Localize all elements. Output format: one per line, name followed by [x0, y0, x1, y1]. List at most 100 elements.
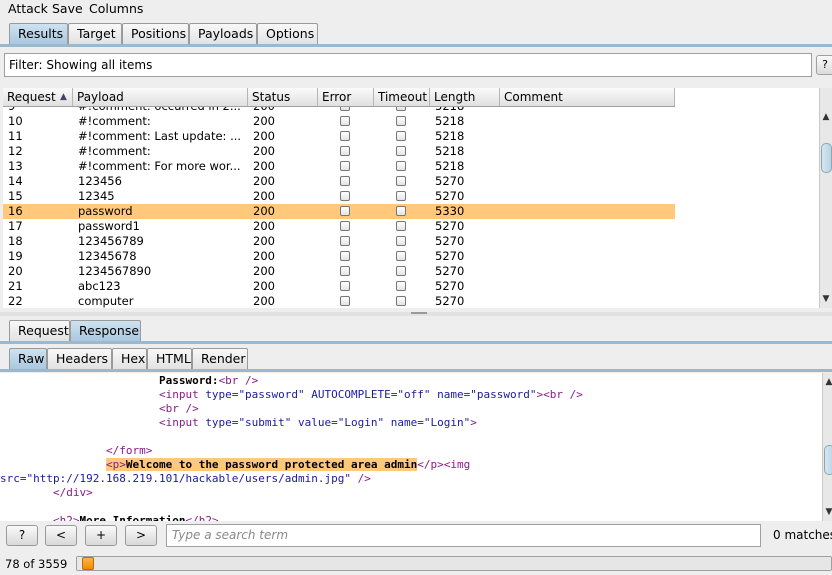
table-scrollbar[interactable]: ▲ ▼ [819, 88, 832, 308]
search-add-button[interactable]: + [85, 525, 117, 546]
response-raw-view[interactable]: Password:<br /> <input type="password" A… [0, 373, 822, 521]
cell-timeout [374, 129, 430, 144]
tab-render[interactable]: Render [192, 348, 248, 370]
cell-comment [500, 249, 675, 264]
table-row[interactable]: 9#!comment: occurred in 2...200 5218 [3, 107, 675, 114]
cell-status: 200 [253, 159, 275, 173]
cell-error [318, 294, 374, 308]
error-checkbox[interactable] [340, 281, 350, 291]
error-checkbox[interactable] [340, 146, 350, 156]
tab-response[interactable]: Response [70, 320, 141, 342]
timeout-checkbox[interactable] [396, 176, 406, 186]
tab-positions[interactable]: Positions [122, 23, 189, 45]
error-checkbox[interactable] [340, 176, 350, 186]
cell-request: 10 [8, 114, 23, 128]
error-checkbox[interactable] [340, 107, 350, 111]
table-row[interactable]: 18 123456789 200 5270 [3, 234, 675, 249]
cell-error [318, 234, 374, 249]
response-scroll-down-icon[interactable]: ▼ [823, 505, 832, 519]
error-checkbox[interactable] [340, 206, 350, 216]
response-line: Password:<br /> [158, 374, 259, 387]
table-row[interactable]: 10 #!comment: 200 5218 [3, 114, 675, 129]
table-row[interactable]: 12 #!comment: 200 5218 [3, 144, 675, 159]
pane-splitter[interactable] [0, 312, 832, 316]
menu-columns[interactable]: Columns [89, 1, 143, 16]
cell-length: 5270 [435, 219, 465, 233]
tab-hex[interactable]: Hex [112, 348, 147, 370]
timeout-checkbox[interactable] [396, 206, 406, 216]
filter-bar[interactable]: Filter: Showing all items [4, 53, 812, 77]
scroll-thumb[interactable] [821, 143, 832, 173]
error-checkbox[interactable] [340, 131, 350, 141]
cell-length: 5330 [435, 204, 465, 218]
search-help-button[interactable]: ? [6, 525, 38, 546]
column-header-timeout[interactable]: Timeout [374, 88, 430, 106]
tab-raw[interactable]: Raw [9, 348, 47, 370]
column-header-status[interactable]: Status [248, 88, 318, 106]
error-checkbox[interactable] [340, 296, 350, 306]
timeout-checkbox[interactable] [396, 221, 406, 231]
table-row[interactable]: 21 abc123 200 5270 [3, 279, 675, 294]
cell-request: 16 [8, 204, 23, 218]
menu-attack[interactable]: Attack [8, 1, 48, 16]
cell-error [318, 204, 374, 219]
timeout-checkbox[interactable] [396, 251, 406, 261]
table-row[interactable]: 17 password1 200 5270 [3, 219, 675, 234]
error-checkbox[interactable] [340, 266, 350, 276]
response-line: <input type="password" AUTOCOMPLETE="off… [158, 388, 583, 401]
tab-results[interactable]: Results [9, 23, 68, 45]
table-rows: 9#!comment: occurred in 2...200521810#!c… [3, 107, 675, 308]
table-row[interactable]: 13 #!comment: For more wor... 200 5218 [3, 159, 675, 174]
error-checkbox[interactable] [340, 116, 350, 126]
column-header-comment[interactable]: Comment [500, 88, 675, 106]
table-row[interactable]: 19 12345678 200 5270 [3, 249, 675, 264]
filter-help-button[interactable]: ? [816, 55, 832, 75]
scroll-up-icon[interactable]: ▲ [820, 110, 832, 124]
search-input[interactable]: Type a search term [166, 524, 761, 547]
error-checkbox[interactable] [340, 191, 350, 201]
timeout-checkbox[interactable] [396, 296, 406, 306]
cell-payload: abc123 [78, 279, 121, 293]
table-row[interactable]: 22 computer 200 5270 [3, 294, 675, 308]
timeout-checkbox[interactable] [396, 266, 406, 276]
search-next-button[interactable]: > [125, 525, 157, 546]
tab-headers[interactable]: Headers [47, 348, 112, 370]
menu-save[interactable]: Save [52, 1, 83, 16]
timeout-checkbox[interactable] [396, 161, 406, 171]
column-header-length[interactable]: Length [430, 88, 500, 106]
response-line: <br /> [158, 402, 199, 415]
cell-error [318, 279, 374, 294]
tab-html[interactable]: HTML [147, 348, 192, 370]
timeout-checkbox[interactable] [396, 131, 406, 141]
column-header-error[interactable]: Error [318, 88, 374, 106]
timeout-checkbox[interactable] [396, 236, 406, 246]
cell-comment [500, 219, 675, 234]
column-header-request[interactable]: Request ▲ [3, 88, 73, 106]
timeout-checkbox[interactable] [396, 191, 406, 201]
error-checkbox[interactable] [340, 236, 350, 246]
cell-request: 9 [3, 107, 73, 114]
response-scrollbar[interactable]: ▲ ▼ [822, 373, 832, 521]
tab-request[interactable]: Request [9, 320, 70, 342]
tab-options[interactable]: Options [257, 23, 318, 45]
response-scroll-up-icon[interactable]: ▲ [823, 375, 832, 389]
response-scroll-thumb[interactable] [824, 445, 832, 475]
timeout-checkbox[interactable] [396, 281, 406, 291]
search-prev-button[interactable]: < [45, 525, 77, 546]
table-row[interactable]: 15 12345 200 5270 [3, 189, 675, 204]
table-row[interactable]: 16 password 200 5330 [3, 204, 675, 219]
table-row[interactable]: 14 123456 200 5270 [3, 174, 675, 189]
tab-target[interactable]: Target [68, 23, 122, 45]
column-header-payload[interactable]: Payload [73, 88, 248, 106]
table-row[interactable]: 11 #!comment: Last update: ... 200 5218 [3, 129, 675, 144]
timeout-checkbox[interactable] [396, 116, 406, 126]
table-row[interactable]: 20 1234567890 200 5270 [3, 264, 675, 279]
error-checkbox[interactable] [340, 251, 350, 261]
cell-error [318, 189, 374, 204]
tab-payloads[interactable]: Payloads [189, 23, 257, 45]
error-checkbox[interactable] [340, 221, 350, 231]
timeout-checkbox[interactable] [396, 146, 406, 156]
timeout-checkbox[interactable] [396, 107, 406, 111]
scroll-down-icon[interactable]: ▼ [820, 292, 832, 306]
error-checkbox[interactable] [340, 161, 350, 171]
